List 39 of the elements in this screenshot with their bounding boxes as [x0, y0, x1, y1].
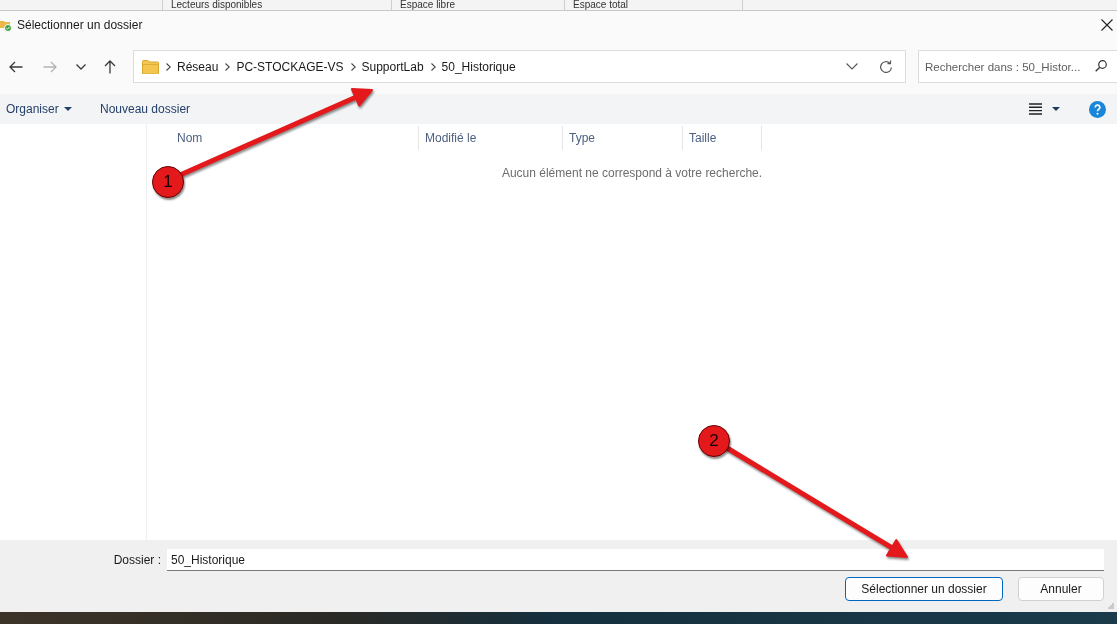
folder-name-field[interactable]: 50_Historique — [167, 549, 1104, 571]
column-header: Espace libre — [392, 0, 565, 10]
organize-menu-button[interactable]: Organiser — [0, 97, 94, 121]
breadcrumb-item[interactable]: SupportLab — [361, 59, 424, 74]
breadcrumb-item[interactable]: Réseau — [177, 59, 219, 74]
chevron-right-icon[interactable] — [225, 62, 231, 71]
chevron-right-icon[interactable] — [430, 62, 436, 71]
refresh-icon[interactable] — [879, 59, 893, 74]
close-icon[interactable] — [1101, 19, 1113, 31]
chevron-right-icon[interactable] — [350, 62, 356, 71]
resize-grip-icon[interactable] — [1108, 603, 1114, 609]
chevron-right-icon[interactable] — [166, 62, 171, 71]
breadcrumb-item[interactable]: 50_Historique — [441, 59, 516, 74]
list-view-icon[interactable] — [1029, 103, 1042, 115]
caret-icon — [63, 107, 72, 111]
address-bar[interactable]: Réseau PC-STOCKAGE-VS SupportLab 50_Historique — [133, 50, 906, 83]
empty-message: Aucun élément ne correspond à votre recherche. — [501, 166, 763, 180]
cancel-button[interactable]: Annuler — [1018, 577, 1104, 601]
arrow-up-icon[interactable] — [104, 59, 116, 74]
search-icon[interactable] — [1095, 60, 1107, 72]
arrow-left-icon[interactable] — [9, 60, 23, 73]
window-title: Sélectionner un dossier — [17, 18, 143, 32]
field-label: Dossier : — [113, 553, 161, 567]
column-header: Lecteurs disponibles — [163, 0, 392, 10]
breadcrumb-item[interactable]: PC-STOCKAGE-VS — [236, 59, 344, 74]
chevron-down-icon[interactable] — [846, 63, 858, 70]
column-header: Espace total — [565, 0, 743, 10]
chevron-down-icon[interactable] — [76, 63, 86, 70]
folder-check-icon — [0, 18, 12, 32]
caret-icon[interactable] — [1052, 107, 1060, 111]
help-icon[interactable] — [1089, 100, 1106, 118]
column-header[interactable]: Type — [563, 126, 683, 150]
new-folder-button[interactable]: Nouveau dossier — [94, 97, 191, 121]
column-header[interactable]: Nom — [147, 126, 419, 150]
select-folder-button[interactable]: Sélectionner un dossier — [845, 577, 1003, 601]
folder-icon — [142, 59, 159, 74]
search-field[interactable]: Rechercher dans : 50_Histor... — [918, 50, 1117, 83]
column-header[interactable]: Taille — [683, 126, 762, 150]
column-header[interactable]: Modifié le — [419, 126, 563, 150]
